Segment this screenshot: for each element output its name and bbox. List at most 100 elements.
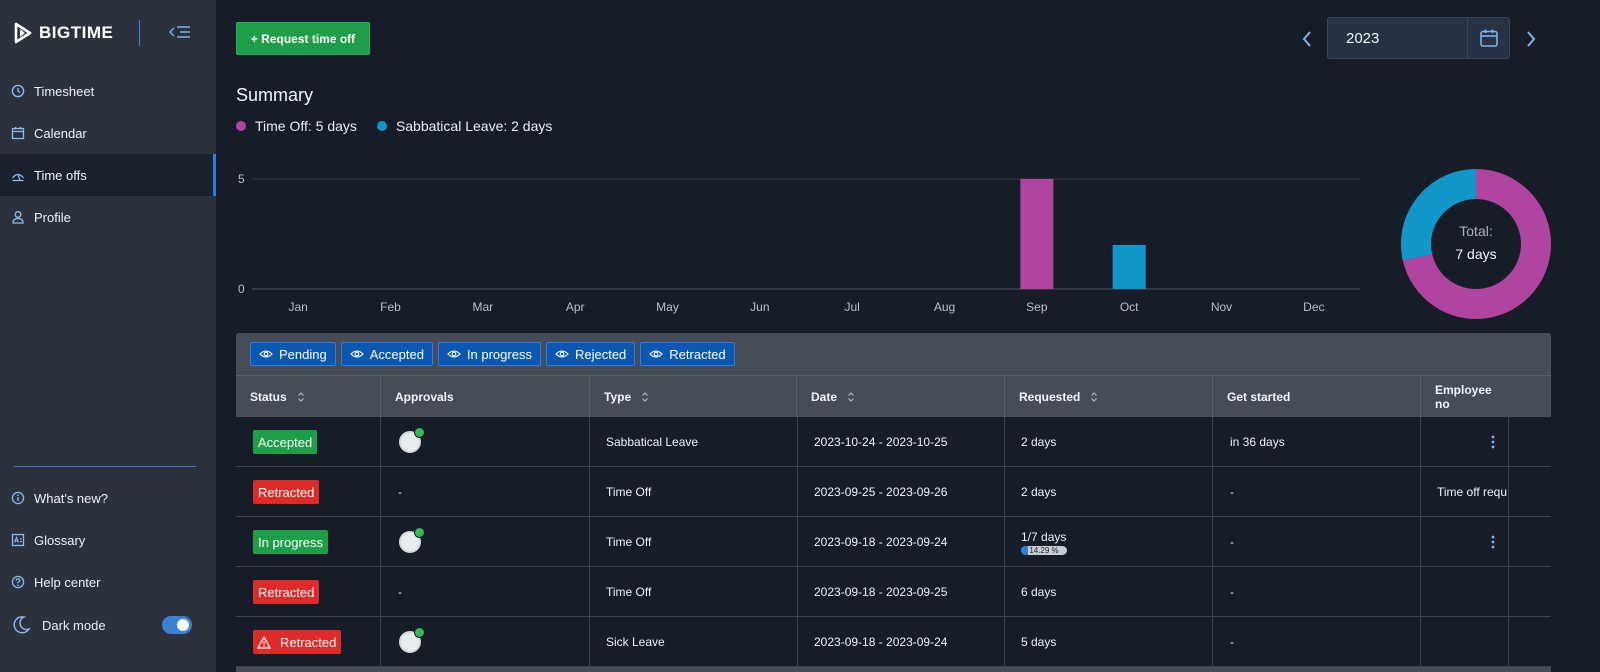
column-header-status[interactable]: Status <box>236 376 381 418</box>
requested-text: 2 days <box>1021 435 1057 449</box>
get-started-text: - <box>1230 485 1234 499</box>
logo-divider <box>139 20 140 46</box>
approver-avatar[interactable] <box>399 427 425 453</box>
time-offs-table-panel: Pending Accepted In progress Rejected Re… <box>236 333 1551 672</box>
x-tick-label: Apr <box>566 300 585 314</box>
approver-avatar[interactable] <box>399 527 425 553</box>
status-text: In progress <box>258 534 324 550</box>
table-row[interactable]: Retracted Sick Leave 2023-09-18 - 2023-09-… <box>236 617 1551 667</box>
sidebar-divider <box>14 466 196 467</box>
type-text: Sick Leave <box>606 635 665 649</box>
requested-cell: 2 days <box>1005 417 1213 467</box>
bigtime-logo-icon <box>14 22 32 44</box>
status-text: Retracted <box>258 584 315 600</box>
column-label: Type <box>604 390 632 404</box>
approver-avatar[interactable] <box>399 627 425 653</box>
dark-mode-label: Dark mode <box>42 617 106 633</box>
filter-pending[interactable]: Pending <box>250 342 336 366</box>
column-header-date[interactable]: Date <box>797 376 1005 418</box>
table-header: Status Approvals Type Date Requested Get star… <box>236 375 1551 418</box>
sidebar-item-whats-new[interactable]: What's new? <box>0 477 216 519</box>
x-tick-label: Jul <box>844 300 859 314</box>
filter-label: Retracted <box>669 346 726 362</box>
type-cell: Sabbatical Leave <box>590 417 798 467</box>
glossary-icon <box>11 533 25 547</box>
column-header-employee-no: Employee no <box>1421 376 1509 418</box>
x-tick-label: May <box>656 300 679 314</box>
column-label: Employee no <box>1435 383 1492 411</box>
legend-item-time-off: Time Off: 5 days <box>236 118 357 134</box>
logo[interactable]: BIGTIME <box>13 22 113 44</box>
sidebar-item-label: Time offs <box>34 167 87 183</box>
sort-icon <box>297 392 304 402</box>
next-year-button[interactable] <box>1522 28 1540 50</box>
more-options-icon[interactable] <box>1491 434 1495 450</box>
employee-note-cell <box>1421 567 1509 617</box>
eye-icon <box>349 350 364 358</box>
sort-icon <box>1091 392 1098 402</box>
dark-mode-toggle[interactable] <box>162 616 192 634</box>
bar-sabbatical-leave-oct[interactable] <box>1112 245 1146 289</box>
status-badge: In progress <box>253 530 329 554</box>
employee-note-cell <box>1421 417 1509 467</box>
type-text: Sabbatical Leave <box>606 435 699 449</box>
sidebar-item-timesheet[interactable]: Timesheet <box>0 70 216 112</box>
filter-retracted[interactable]: Retracted <box>640 342 735 366</box>
sidebar-item-calendar[interactable]: Calendar <box>0 112 216 154</box>
type-text: Time Off <box>606 485 652 499</box>
collapse-sidebar-button[interactable] <box>168 22 192 42</box>
get-started-cell: - <box>1213 467 1421 517</box>
approvals-cell <box>381 617 590 667</box>
status-badge: Retracted <box>253 630 342 654</box>
status-filters: Pending Accepted In progress Rejected Re… <box>250 342 740 366</box>
type-cell: Time Off <box>590 467 798 517</box>
type-cell: Time Off <box>590 567 798 617</box>
request-time-off-button[interactable]: + Request time off <box>236 22 370 55</box>
x-tick-label: Nov <box>1211 300 1232 314</box>
filter-in-progress[interactable]: In progress <box>437 342 541 366</box>
sidebar-item-glossary[interactable]: Glossary <box>0 519 216 561</box>
sidebar-item-profile[interactable]: Profile <box>0 196 216 238</box>
chevron-right-icon <box>1527 31 1536 47</box>
sort-icon <box>848 392 854 402</box>
eye-icon <box>259 350 273 358</box>
table-row[interactable]: In progress Time Off 2023-09-18 - 2023-09-… <box>236 517 1551 567</box>
employee-note-cell: Time off requ <box>1421 467 1509 517</box>
previous-year-button[interactable] <box>1298 28 1316 50</box>
column-label: Status <box>250 390 287 404</box>
x-tick-label: Oct <box>1120 300 1139 314</box>
table-row[interactable]: Retracted - Time Off 2023-09-18 - 2023-09-2… <box>236 567 1551 617</box>
moon-icon <box>13 616 31 634</box>
date-cell: 2023-09-18 - 2023-09-24 <box>798 617 1005 667</box>
more-options-icon[interactable] <box>1491 534 1495 550</box>
requested-text: 1/7 days <box>1021 529 1067 544</box>
column-header-type[interactable]: Type <box>590 376 797 418</box>
table-row[interactable]: Accepted Sabbatical Leave 2023-10-24 - 202… <box>236 417 1551 467</box>
filter-label: Pending <box>279 346 327 362</box>
sidebar-item-help-center[interactable]: Help center <box>0 561 216 603</box>
filter-label: Rejected <box>574 346 627 362</box>
summary-title: Summary <box>236 85 314 105</box>
filter-rejected[interactable]: Rejected <box>545 342 636 366</box>
year-calendar-button[interactable] <box>1467 18 1509 58</box>
column-header-requested[interactable]: Requested <box>1005 376 1213 418</box>
get-started-text: in 36 days <box>1230 435 1285 449</box>
x-tick-label: Jan <box>288 300 307 314</box>
bar-time-off-sep[interactable] <box>1020 179 1054 289</box>
date-text: 2023-09-18 - 2023-09-24 <box>814 635 948 649</box>
approvals-cell: - <box>381 467 590 517</box>
eye-icon <box>447 350 461 358</box>
filter-accepted[interactable]: Accepted <box>340 342 433 366</box>
table-row[interactable]: Retracted - Time Off 2023-09-25 - 2023-09-2… <box>236 467 1551 517</box>
year-picker[interactable]: 2023 <box>1327 17 1510 59</box>
legend-label: Sabbatical Leave: 2 days <box>395 118 553 134</box>
sidebar-item-time-offs[interactable]: Time offs <box>0 154 216 196</box>
x-tick-label: Mar <box>472 300 493 314</box>
requested-cell: 5 days <box>1005 617 1213 667</box>
column-label: Date <box>811 390 838 404</box>
type-text: Time Off <box>606 535 652 549</box>
sidebar-item-label: What's new? <box>34 490 109 506</box>
status-text: Retracted <box>258 484 315 500</box>
sidebar: BIGTIME Timesheet Calendar Time offs Pro… <box>0 0 216 672</box>
status-badge: Retracted <box>253 480 320 504</box>
